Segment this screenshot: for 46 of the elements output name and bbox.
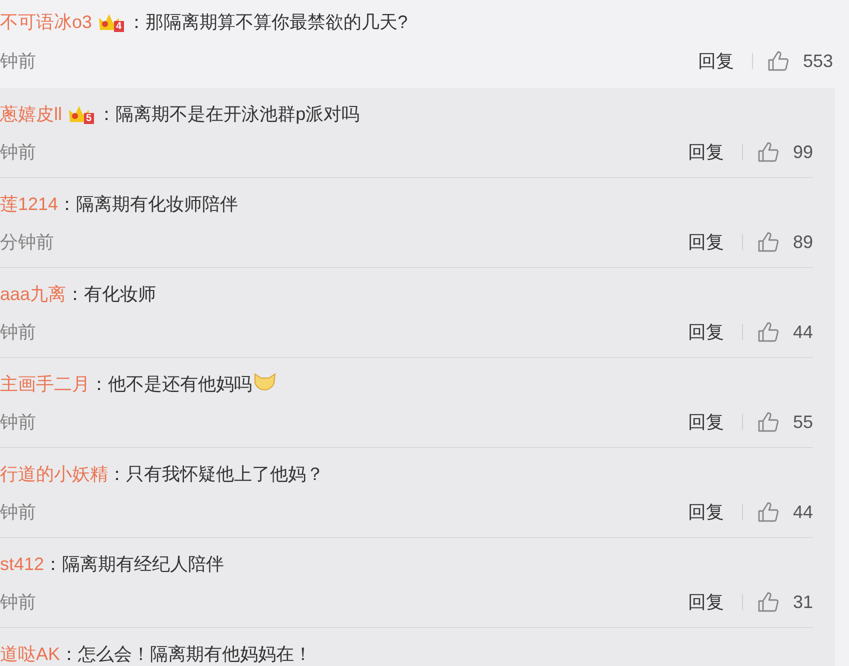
reply-link[interactable]: 回复 [688,499,724,525]
comment-text: ：隔离期不是在开泳池群p派对吗 [98,103,360,126]
username-link[interactable]: st412 [0,551,44,577]
reply-link[interactable]: 回复 [688,319,724,345]
username-link[interactable]: 行道的小妖精 [0,461,108,487]
comment-text: ：隔离期有化妆师陪伴 [58,193,238,216]
username-link[interactable]: 莲1214 [0,191,58,217]
username-link[interactable]: 道哒AK [0,641,60,666]
comment-text: ：只有我怀疑他上了他妈？ [108,463,324,486]
level-tag: 5 [84,113,94,124]
reply-link[interactable]: 回复 [698,48,734,74]
timestamp: 分钟前 [0,231,54,254]
comment-text: ：隔离期有经纪人陪伴 [44,553,224,576]
comment-text: ：怎么会！隔离期有他妈妈在！ [60,643,312,666]
timestamp: 钟前 [0,411,36,434]
thumbs-up-icon[interactable] [766,50,789,72]
thumbs-up-icon[interactable] [756,501,779,523]
like-count: 31 [792,591,813,614]
username-link[interactable]: 不可语冰o3 [0,9,92,35]
timestamp: 钟前 [0,501,36,524]
thumbs-up-icon[interactable] [756,231,779,253]
timestamp: 钟前 [0,321,36,344]
username-link[interactable]: aaa九离 [0,281,66,307]
like-count: 44 [792,501,813,524]
comment-text: ：他不是还有他妈吗 [90,373,252,396]
username-link[interactable]: 主画手二月 [0,371,90,397]
reply-link[interactable]: 回复 [688,229,724,255]
like-count: 55 [792,411,813,434]
timestamp: 钟前 [0,591,36,614]
like-count: 553 [802,50,833,73]
reply-link[interactable]: 回复 [688,409,724,435]
reply-link[interactable]: 回复 [688,589,724,615]
like-count: 44 [792,321,813,344]
comment-text: ：那隔离期算不算你最禁欲的几天? [128,11,408,34]
comment-text: ：有化妆师 [66,283,156,306]
like-count: 99 [792,141,813,164]
like-count: 89 [792,231,813,254]
timestamp: 钟前 [0,50,36,73]
timestamp: 钟前 [0,141,36,164]
username-link[interactable]: 蔥嬉皮ll [0,101,62,127]
thumbs-up-icon[interactable] [756,411,779,433]
level-tag: 4 [114,21,124,32]
thumbs-up-icon[interactable] [756,591,779,613]
thumbs-up-icon[interactable] [756,321,779,343]
thumbs-up-icon[interactable] [756,141,779,163]
reply-link[interactable]: 回复 [688,139,724,165]
